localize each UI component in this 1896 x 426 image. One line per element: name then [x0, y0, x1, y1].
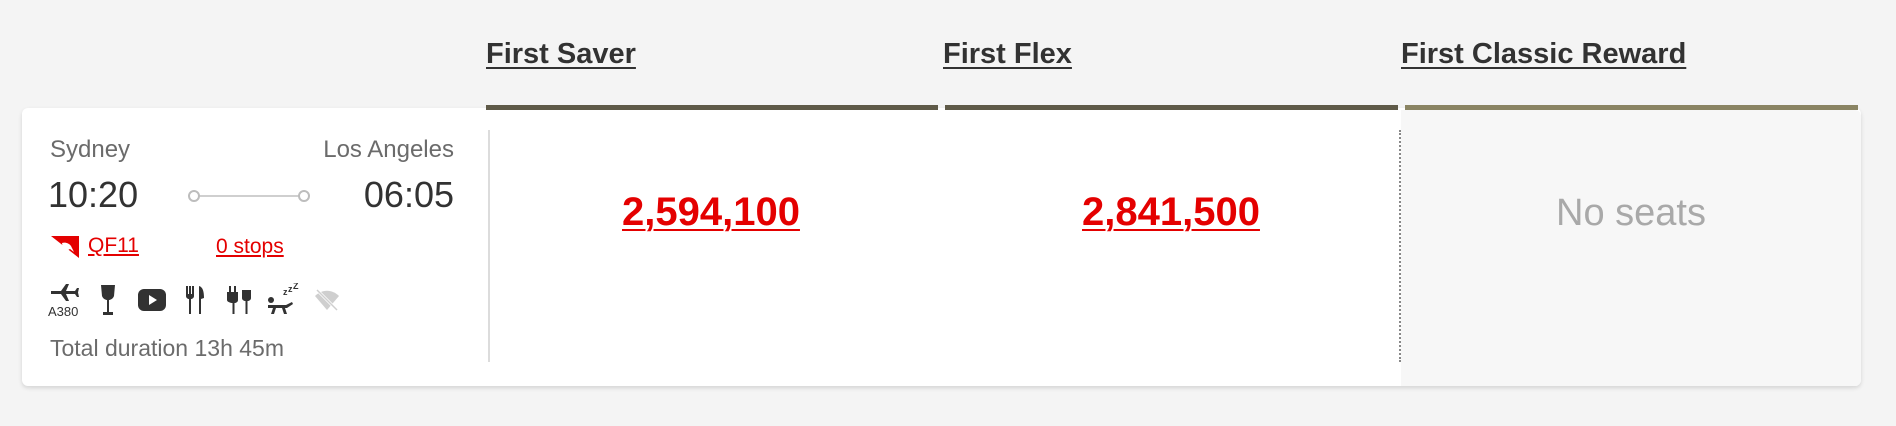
power-icon[interactable]: [226, 282, 252, 318]
svg-text:Z: Z: [293, 283, 299, 291]
fare-bar-first-saver: [486, 105, 938, 110]
departure-time: 10:20: [48, 174, 139, 215]
classic-reward-cell: [1401, 110, 1861, 386]
entertainment-icon[interactable]: [138, 282, 166, 318]
price-first-flex[interactable]: 2,841,500: [941, 190, 1401, 235]
dining-icon[interactable]: [184, 282, 206, 318]
fare-bar-first-flex: [945, 105, 1398, 110]
route-line: [194, 195, 304, 197]
lie-flat-bed-icon[interactable]: z z Z: [266, 282, 300, 318]
no-seats-first-classic-reward: No seats: [1556, 192, 1706, 234]
price-first-saver[interactable]: 2,594,100: [481, 190, 941, 235]
origin-city: Sydney: [50, 136, 131, 163]
qantas-logo-icon: [51, 236, 79, 258]
flight-number-link[interactable]: QF11: [88, 234, 139, 258]
arrival-time: 06:05: [363, 174, 454, 215]
fare-bar-first-classic-reward: [1405, 105, 1858, 110]
details-divider: [488, 130, 490, 362]
wifi-unavailable-icon[interactable]: [314, 282, 340, 318]
aircraft-icon[interactable]: A380: [48, 282, 82, 318]
wine-glass-icon[interactable]: [98, 282, 118, 318]
stops-link[interactable]: 0 stops: [216, 235, 284, 259]
route-origin-dot: [188, 190, 200, 202]
fare-header-first-flex[interactable]: First Flex: [943, 38, 1072, 71]
fare-header-first-classic-reward[interactable]: First Classic Reward: [1401, 38, 1686, 71]
classic-divider: [1399, 130, 1401, 362]
aircraft-type-label: A380: [48, 304, 78, 318]
fare-header-first-saver[interactable]: First Saver: [486, 38, 636, 71]
total-duration: Total duration 13h 45m: [50, 335, 284, 361]
route-destination-dot: [298, 190, 310, 202]
destination-city: Los Angeles: [323, 136, 454, 163]
